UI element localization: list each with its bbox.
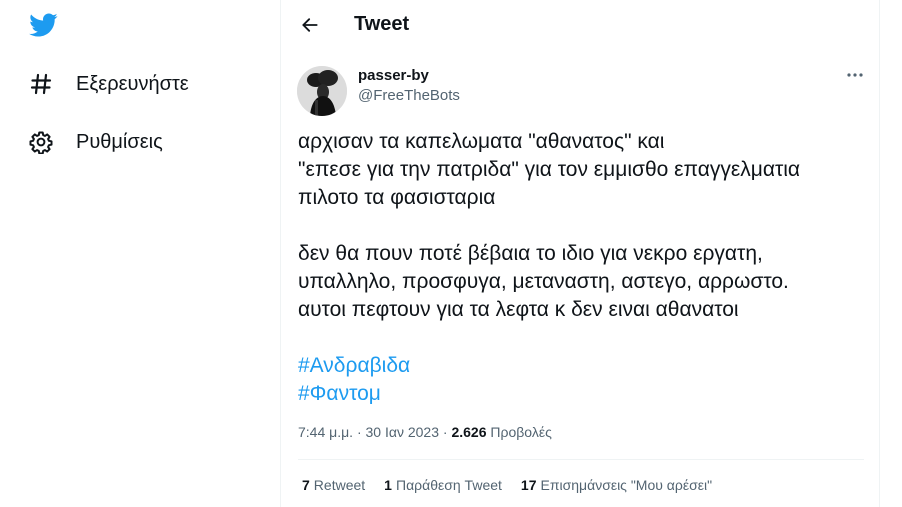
tweet-text-line: πιλοτο τα φασισταρια (298, 186, 496, 209)
tweet-stats: 7 Retweet 1 Παράθεση Tweet 17 Επισημάνσεις … (302, 477, 731, 493)
tweet-text-line: δεν θα πουν ποτέ βέβαια το ιδιο για νεκρ… (298, 242, 763, 265)
stat-count: 17 (520, 477, 537, 493)
tweet-date[interactable]: 30 Ιαν 2023 (366, 424, 439, 440)
author-name[interactable]: passer-by (358, 67, 429, 84)
tweet-text: αρχισαν τα καπελωματα "αθανατος" και "επ… (298, 128, 868, 408)
sidebar-item-explore[interactable]: Εξερευνήστε (28, 69, 189, 99)
sidebar-item-settings[interactable]: Ρυθμίσεις (28, 127, 163, 157)
hashtag-link[interactable]: #Φαντομ (298, 380, 868, 408)
stat-label: Επισημάνσεις "Μου αρέσει" (540, 477, 713, 493)
retweets-stat[interactable]: 7 Retweet (302, 477, 365, 493)
hashtag-link[interactable]: #Ανδραβιδα (298, 352, 868, 380)
sidebar-item-label: Εξερευνήστε (76, 72, 189, 95)
author-handle[interactable]: @FreeTheBots (358, 87, 460, 104)
app: Εξερευνήστε Ρυθμίσεις Tweet passer-by @F… (0, 0, 902, 507)
stat-count: 7 (302, 477, 310, 493)
stat-count: 1 (384, 477, 392, 493)
hashtag-icon (28, 71, 54, 97)
tweet-text-line: αρχισαν τα καπελωματα "αθανατος" και (298, 130, 665, 153)
divider (298, 459, 864, 460)
views-count: 2.626 (451, 424, 487, 440)
stat-label: Παράθεση Tweet (395, 477, 502, 493)
views-label: Προβολές (490, 424, 552, 440)
sidebar-nav: Εξερευνήστε Ρυθμίσεις (0, 0, 280, 507)
page-title: Tweet (354, 13, 410, 35)
stat-label: Retweet (313, 477, 366, 493)
meta-separator: · (442, 424, 448, 440)
quote-tweets-stat[interactable]: 1 Παράθεση Tweet (384, 477, 502, 493)
likes-stat[interactable]: 17 Επισημάνσεις "Μου αρέσει" (521, 477, 712, 493)
tweet-text-line: αυτοι πεφτουν για τα λεφτα κ δεν ειναι α… (298, 298, 739, 321)
gear-icon (28, 129, 54, 155)
tweet-time[interactable]: 7:44 μ.μ. (298, 424, 353, 440)
twitter-bird-icon[interactable] (28, 10, 58, 40)
tweet-meta: 7:44 μ.μ. · 30 Ιαν 2023 · 2.626 Προβολές (298, 424, 552, 440)
sidebar-item-label: Ρυθμίσεις (76, 130, 163, 153)
tweet-text-line: "επεσε για την πατριδα" για τον εμμισθο … (298, 158, 801, 181)
tweet-column: Tweet passer-by @FreeTheBots αρχισαν τα … (280, 0, 880, 507)
meta-separator: · (356, 424, 362, 440)
more-options-icon[interactable] (843, 66, 867, 84)
avatar[interactable] (297, 66, 347, 116)
tweet-text-line: υπαλληλο, προσφυγα, μεταναστη, αστεγο, α… (298, 270, 789, 293)
arrow-left-icon[interactable] (297, 12, 323, 38)
page-header: Tweet (281, 0, 881, 50)
